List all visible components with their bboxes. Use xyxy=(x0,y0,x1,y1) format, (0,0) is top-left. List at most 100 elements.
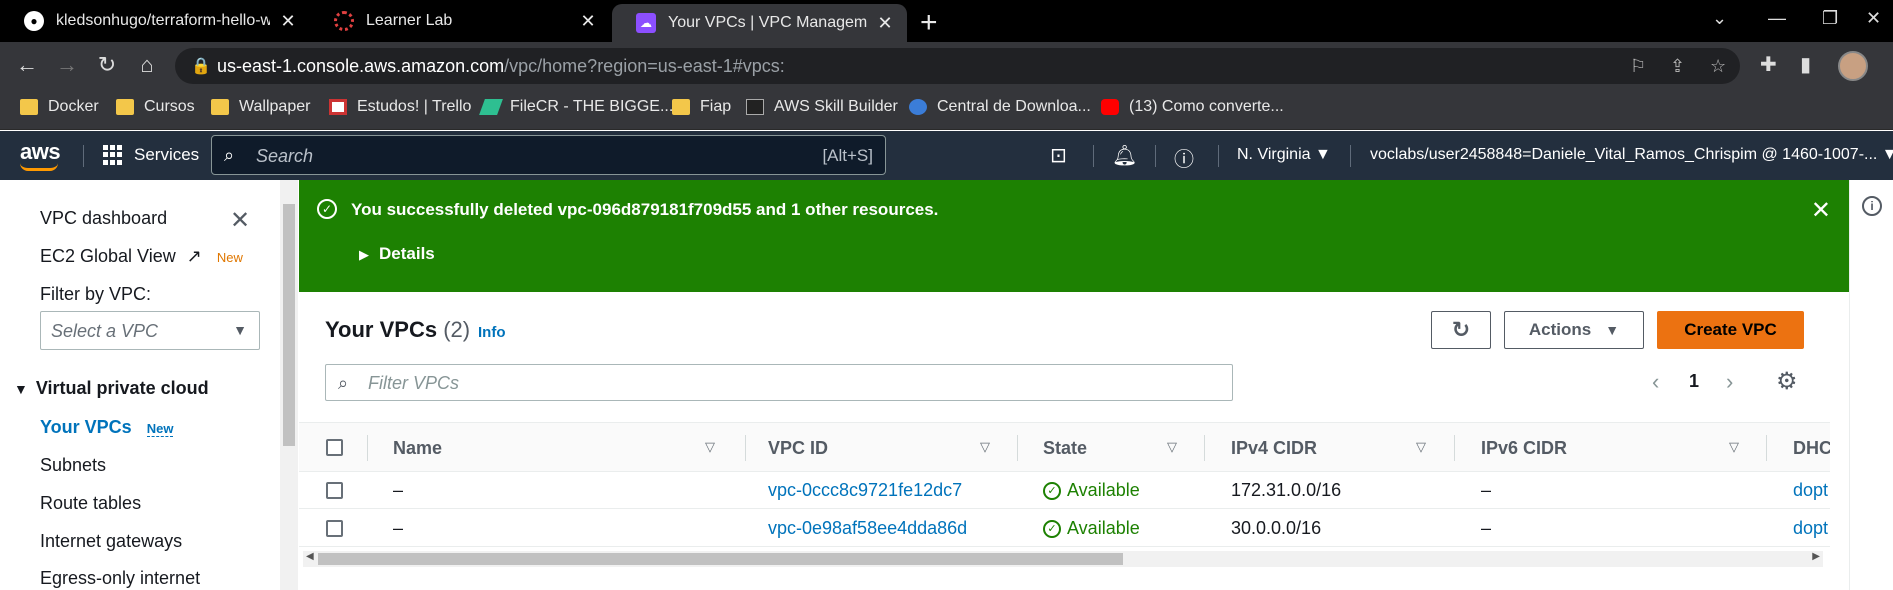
sidebar-item-ec2-global-view[interactable]: EC2 Global View ↗ New xyxy=(40,246,243,267)
sidebar-scrollbar[interactable] xyxy=(280,180,298,590)
bookmark-wallpaper[interactable]: Wallpaper xyxy=(211,98,310,116)
region-selector[interactable]: N. Virginia ▼ xyxy=(1237,146,1331,164)
close-tab-icon[interactable]: ✕ xyxy=(578,11,598,32)
tab-search-icon[interactable]: ⌄ xyxy=(1712,8,1727,29)
aws-logo[interactable]: aws xyxy=(20,139,61,171)
bookmark-trello[interactable]: Estudos! | Trello xyxy=(329,98,471,116)
gear-icon[interactable]: ⚙ xyxy=(1776,367,1798,396)
cell-ipv4: 172.31.0.0/16 xyxy=(1231,480,1342,500)
column-ipv4-cidr[interactable]: IPv4 CIDR xyxy=(1231,438,1317,459)
close-tab-icon[interactable]: ✕ xyxy=(278,11,298,32)
bookmark-docker[interactable]: Docker xyxy=(20,98,99,116)
sort-icon[interactable]: ▽ xyxy=(1729,439,1739,455)
restore-icon[interactable]: ❐ xyxy=(1822,8,1838,29)
tab-github[interactable]: ● kledsonhugo/terraform-hello-wo ✕ xyxy=(0,0,310,42)
services-menu[interactable]: Services xyxy=(134,145,199,165)
select-all-checkbox[interactable] xyxy=(326,439,343,456)
sort-icon[interactable]: ▽ xyxy=(1416,439,1426,455)
sidebar-item-internet-gateways[interactable]: Internet gateways xyxy=(40,531,182,552)
flash-details-toggle[interactable]: ▶ Details xyxy=(359,244,435,264)
sidebar-item-route-tables[interactable]: Route tables xyxy=(40,493,141,514)
help-icon[interactable]: ⓘ xyxy=(1174,143,1194,172)
reload-icon[interactable]: ↻ xyxy=(92,52,122,78)
tab-learner-lab[interactable]: Learner Lab ✕ xyxy=(310,0,610,42)
section-virtual-private-cloud[interactable]: ▼ Virtual private cloud xyxy=(14,378,209,399)
cell-dhcp-link[interactable]: dopt xyxy=(1793,480,1828,501)
search-icon: ⌕ xyxy=(224,145,235,165)
table-row[interactable]: – vpc-0ccc8c9721fe12dc7 ✓ Available 172.3… xyxy=(299,472,1830,509)
notifications-bell-icon[interactable]: 🔔︎ xyxy=(1112,143,1137,168)
bookmark-star-icon[interactable]: ☆ xyxy=(1710,56,1726,77)
caret-down-icon: ▼ xyxy=(233,322,247,338)
bookmark-central-downloads[interactable]: Central de Downloa... xyxy=(909,98,1091,116)
translate-icon[interactable]: ⚐ xyxy=(1630,56,1646,77)
main-vertical-scrollbar[interactable] xyxy=(1830,292,1849,552)
extensions-icon[interactable]: ✚ xyxy=(1760,52,1777,77)
table-horizontal-scrollbar[interactable]: ◀ ▶ xyxy=(303,551,1823,567)
close-tab-icon[interactable]: ✕ xyxy=(875,13,895,34)
back-icon[interactable]: ← xyxy=(12,52,42,78)
row-checkbox[interactable] xyxy=(326,520,343,537)
vpcs-table: Name ▽ VPC ID ▽ State ▽ IPv4 CIDR ▽ IPv6… xyxy=(299,422,1830,548)
sidebar-item-subnets[interactable]: Subnets xyxy=(40,455,106,476)
minimize-icon[interactable]: — xyxy=(1768,8,1786,29)
lock-icon[interactable]: 🔒 xyxy=(191,56,211,76)
scroll-right-icon[interactable]: ▶ xyxy=(1812,551,1820,562)
bookmark-youtube[interactable]: (13) Como converte... xyxy=(1101,98,1284,116)
column-name[interactable]: Name xyxy=(393,438,442,459)
cloudshell-icon[interactable]: ⊡ xyxy=(1050,143,1067,168)
new-tab-icon[interactable]: + xyxy=(920,6,938,40)
next-page-icon[interactable]: › xyxy=(1726,369,1733,395)
refresh-button[interactable]: ↻ xyxy=(1431,311,1491,349)
bookmark-cursos[interactable]: Cursos xyxy=(116,98,195,116)
cell-name: – xyxy=(393,480,404,500)
profile-avatar[interactable] xyxy=(1838,51,1868,81)
sort-icon[interactable]: ▽ xyxy=(980,439,990,455)
bookmark-fiap[interactable]: Fiap xyxy=(672,98,731,116)
info-icon[interactable]: i xyxy=(1862,196,1882,216)
services-grid-icon[interactable] xyxy=(103,145,123,165)
account-menu[interactable]: voclabs/user2458848=Daniele_Vital_Ramos_… xyxy=(1370,146,1893,164)
create-vpc-button[interactable]: Create VPC xyxy=(1657,311,1804,349)
vpc-filter-select[interactable]: Select a VPC ▼ xyxy=(40,311,260,350)
tab-your-vpcs[interactable]: ☁ Your VPCs | VPC Management Co ✕ xyxy=(612,4,907,42)
aws-search-input[interactable]: ⌕ Search [Alt+S] xyxy=(211,135,886,175)
cell-vpc-id-link[interactable]: vpc-0e98af58ee4dda86d xyxy=(768,518,967,539)
sidebar-item-your-vpcs[interactable]: Your VPCs New xyxy=(40,417,174,438)
sort-icon[interactable]: ▽ xyxy=(705,439,715,455)
aws-top-nav: aws Services ⌕ Search [Alt+S] ⊡ 🔔︎ ⓘ N. … xyxy=(0,131,1893,180)
column-ipv6-cidr[interactable]: IPv6 CIDR xyxy=(1481,438,1567,459)
page-number[interactable]: 1 xyxy=(1689,371,1699,392)
sidebar-item-egress-only[interactable]: Egress-only internet xyxy=(40,568,200,589)
close-icon[interactable]: ✕ xyxy=(1811,196,1831,225)
sort-icon[interactable]: ▽ xyxy=(1167,439,1177,455)
column-state[interactable]: State xyxy=(1043,438,1087,459)
home-icon[interactable]: ⌂ xyxy=(132,52,162,78)
filter-by-vpc-label: Filter by VPC: xyxy=(40,284,152,304)
bookmark-aws-skill-builder[interactable]: AWS Skill Builder xyxy=(746,98,898,116)
url-bar[interactable]: 🔒 us-east-1.console.aws.amazon.com/vpc/h… xyxy=(175,48,1740,84)
sidebar-item-vpc-dashboard[interactable]: VPC dashboard xyxy=(40,208,167,229)
table-row[interactable]: – vpc-0e98af58ee4dda86d ✓ Available 30.0.… xyxy=(299,510,1830,547)
cell-state: ✓ Available xyxy=(1043,480,1140,501)
forward-icon[interactable]: → xyxy=(52,52,82,78)
success-check-icon: ✓ xyxy=(317,199,337,219)
share-icon[interactable]: ⇪ xyxy=(1670,56,1685,77)
cell-dhcp-link[interactable]: dopt xyxy=(1793,518,1828,539)
cell-vpc-id-link[interactable]: vpc-0ccc8c9721fe12dc7 xyxy=(768,480,962,501)
close-icon[interactable]: ✕ xyxy=(230,206,250,235)
bookmark-filecr[interactable]: FileCR - THE BIGGE... xyxy=(479,98,673,116)
side-panel-icon[interactable]: ▮ xyxy=(1800,52,1811,77)
column-vpc-id[interactable]: VPC ID xyxy=(768,438,828,459)
scroll-left-icon[interactable]: ◀ xyxy=(306,551,314,562)
prev-page-icon[interactable]: ‹ xyxy=(1652,369,1659,395)
vpc-icon: ☁ xyxy=(636,13,656,33)
row-checkbox[interactable] xyxy=(326,482,343,499)
close-window-icon[interactable]: ✕ xyxy=(1866,8,1881,29)
column-dhcp[interactable]: DHC xyxy=(1793,438,1830,459)
cell-state: ✓ Available xyxy=(1043,518,1140,539)
info-link[interactable]: Info xyxy=(478,324,506,341)
actions-button[interactable]: Actions ▼ xyxy=(1504,311,1644,349)
folder-icon xyxy=(211,99,229,115)
filter-vpcs-input[interactable]: ⌕ Filter VPCs xyxy=(325,364,1233,401)
